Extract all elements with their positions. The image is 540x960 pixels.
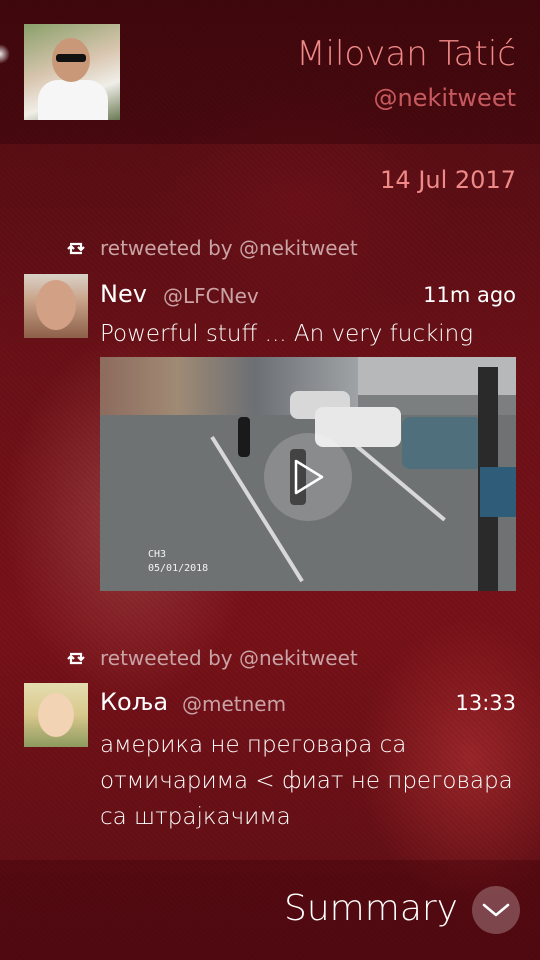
author-name: Nev bbox=[100, 280, 147, 308]
author-handle: @metnem bbox=[182, 692, 287, 716]
video-stamp-date: 05/01/2018 bbox=[148, 563, 209, 574]
retweet-label: retweeted by @nekitweet bbox=[100, 236, 358, 260]
summary-label[interactable]: Summary bbox=[284, 888, 458, 929]
play-icon bbox=[294, 459, 324, 495]
tweet-text: америка не преговара са отмичарима < фиа… bbox=[100, 732, 513, 830]
avatar[interactable] bbox=[24, 683, 88, 747]
date-separator: 14 Jul 2017 bbox=[380, 166, 516, 194]
retweet-label: retweeted by @nekitweet bbox=[100, 646, 358, 670]
profile-header: Milovan Tatić @nekitweet bbox=[0, 0, 540, 144]
tweet-video[interactable]: CH3 05/01/2018 bbox=[100, 357, 516, 591]
author-handle: @LFCNev bbox=[163, 284, 259, 308]
ambience-glow bbox=[0, 44, 10, 64]
video-stamp-channel: CH3 bbox=[148, 549, 167, 560]
retweet-icon bbox=[64, 236, 88, 260]
expand-button[interactable] bbox=[472, 886, 520, 934]
author-name: Коља bbox=[100, 688, 169, 716]
profile-name: Milovan Tatić bbox=[296, 34, 516, 74]
retweet-indicator: retweeted by @nekitweet bbox=[64, 234, 358, 262]
tweet-time: 13:33 bbox=[455, 691, 516, 715]
avatar[interactable] bbox=[24, 274, 88, 338]
footer-bar bbox=[0, 860, 540, 960]
tweet-time: 11m ago bbox=[423, 283, 516, 307]
profile-handle: @nekitweet bbox=[373, 84, 516, 112]
play-button[interactable] bbox=[264, 433, 352, 521]
retweet-indicator: retweeted by @nekitweet bbox=[64, 644, 358, 672]
retweet-icon bbox=[64, 646, 88, 670]
profile-avatar[interactable] bbox=[24, 24, 120, 120]
chevron-down-icon bbox=[482, 903, 510, 917]
